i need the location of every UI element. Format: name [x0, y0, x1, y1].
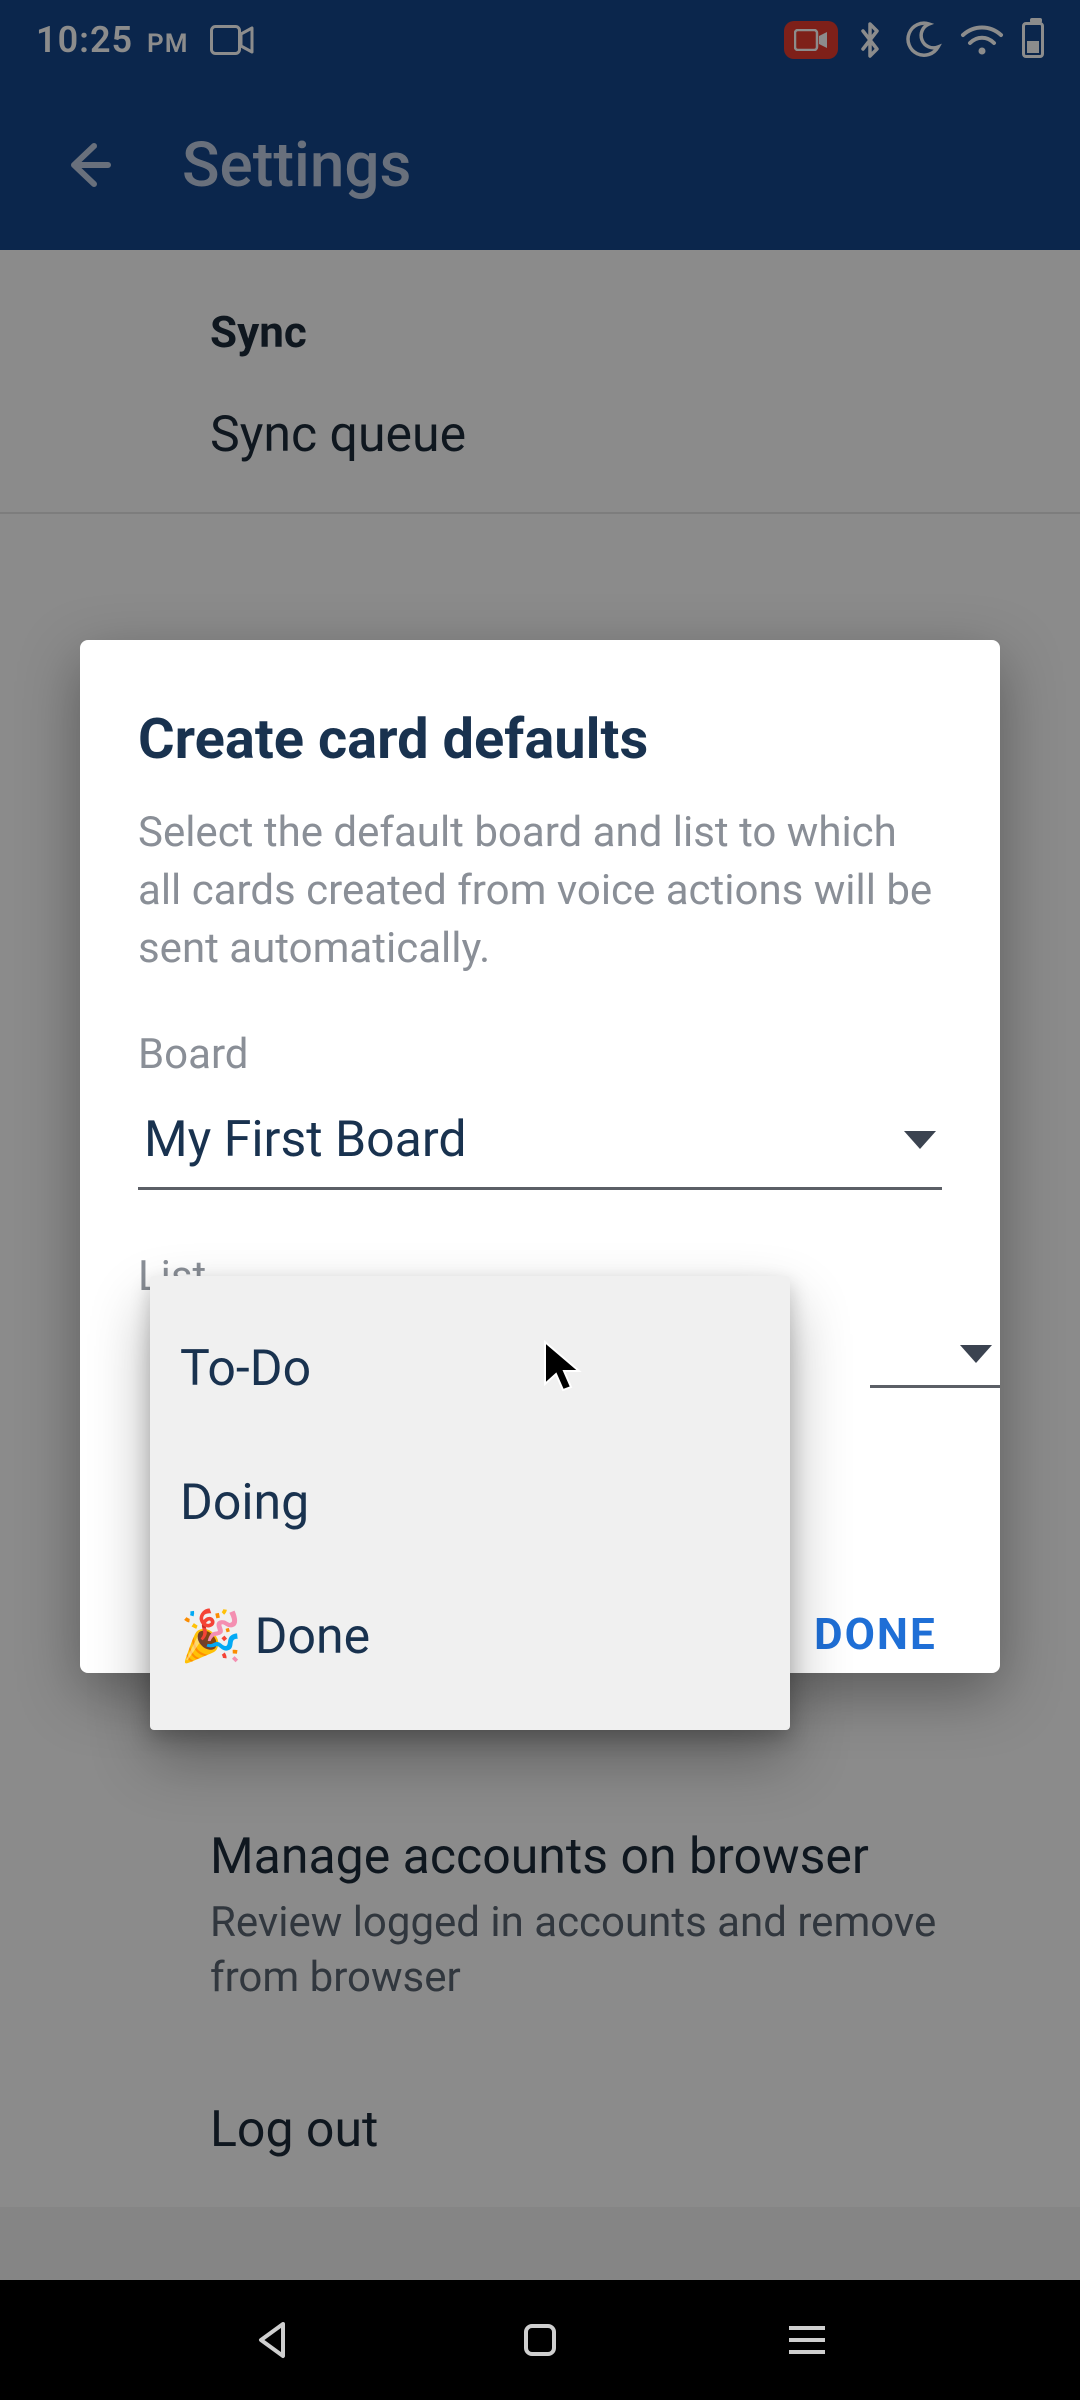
mouse-cursor-icon: [542, 1340, 582, 1396]
nav-back-button[interactable]: [233, 2300, 313, 2380]
list-select[interactable]: [870, 1345, 1000, 1388]
chevron-down-icon: [904, 1131, 936, 1149]
option-label: To-Do: [180, 1340, 311, 1398]
done-button[interactable]: DONE: [814, 1608, 937, 1660]
chevron-down-icon: [960, 1345, 992, 1363]
select-underline: [870, 1385, 1000, 1388]
list-option-done[interactable]: 🎉 Done: [150, 1570, 790, 1704]
nav-recents-button[interactable]: [767, 2300, 847, 2380]
option-label: Doing: [180, 1474, 309, 1532]
navigation-bar: [0, 2280, 1080, 2400]
option-label: 🎉 Done: [180, 1608, 370, 1666]
list-dropdown-menu: To-Do Doing 🎉 Done: [150, 1276, 790, 1730]
nav-home-button[interactable]: [500, 2300, 580, 2380]
dialog-title: Create card defaults: [138, 706, 942, 772]
list-option-doing[interactable]: Doing: [150, 1436, 790, 1570]
board-select[interactable]: My First Board: [138, 1097, 942, 1190]
dialog-description: Select the default board and list to whi…: [138, 804, 942, 978]
list-option-todo[interactable]: To-Do: [150, 1302, 790, 1436]
board-field-label: Board: [138, 1030, 942, 1079]
board-select-value: My First Board: [144, 1111, 467, 1169]
